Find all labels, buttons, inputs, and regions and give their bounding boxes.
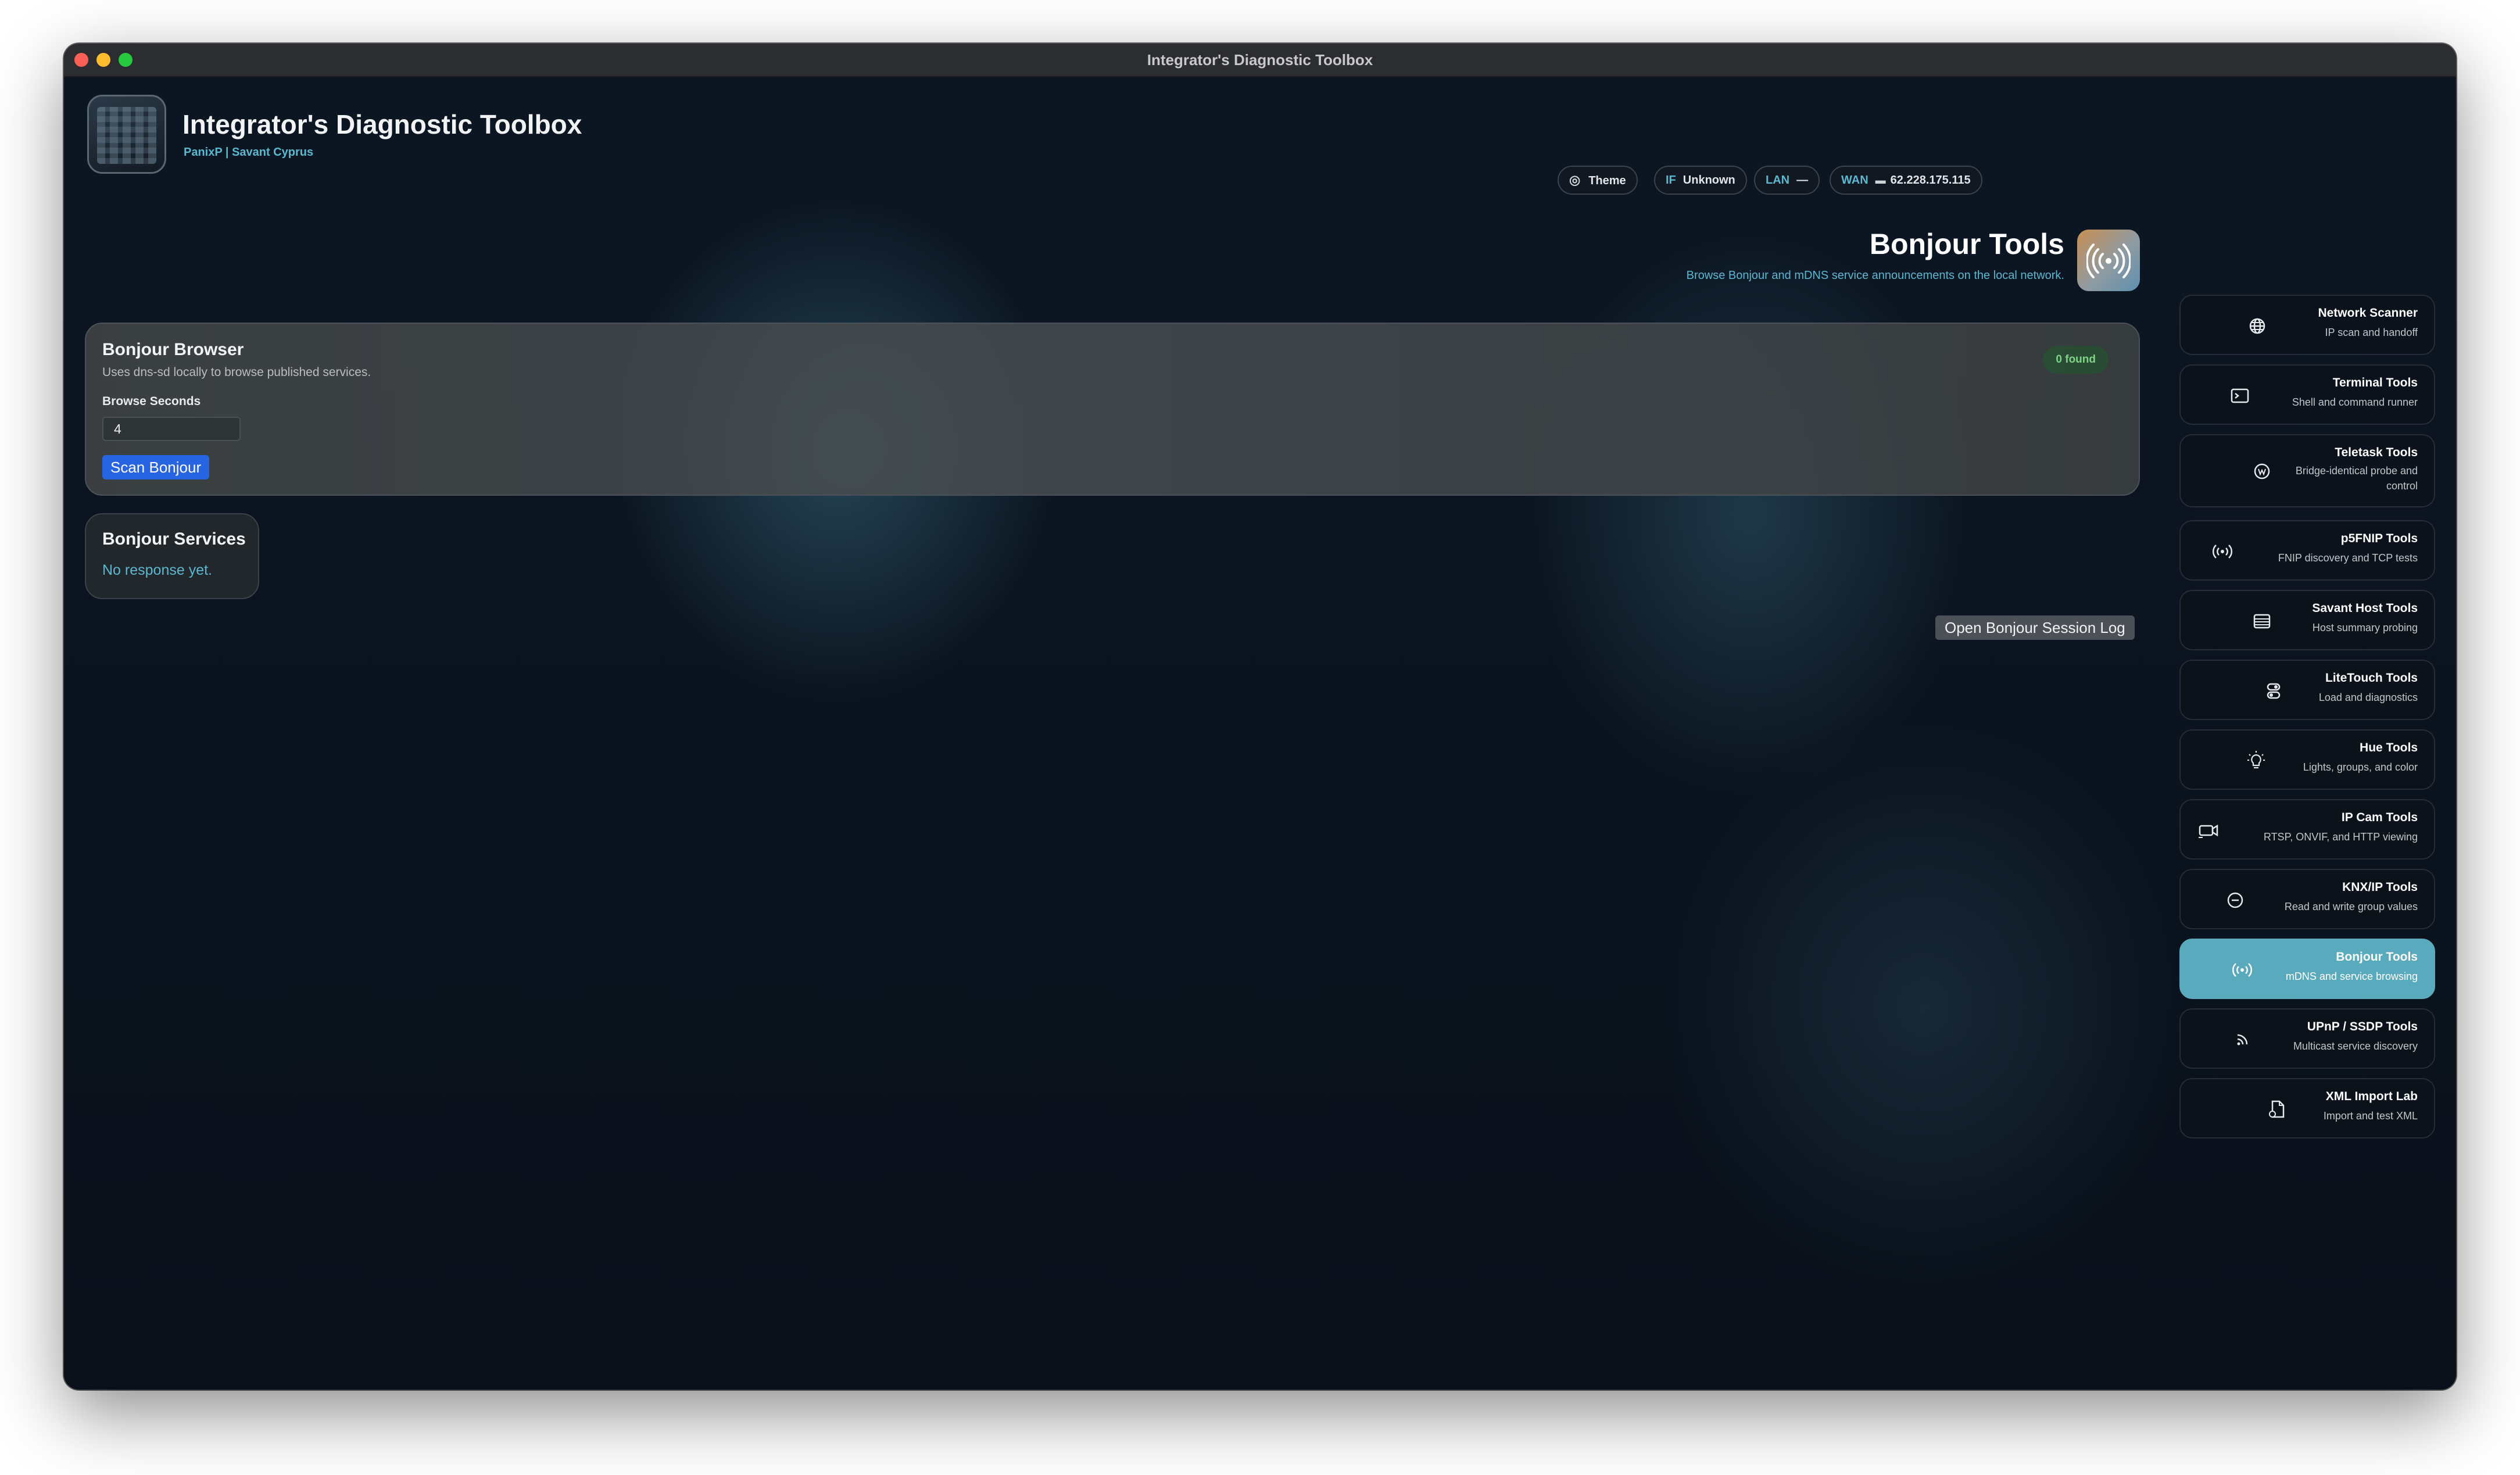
nav-desc: IP scan and handoff (2325, 327, 2418, 338)
sidebar-item-hue-tools[interactable]: Hue Tools Lights, groups, and color (2179, 729, 2435, 790)
nav-desc: Lights, groups, and color (2303, 761, 2418, 773)
lan-label: LAN (1766, 174, 1790, 187)
switches-icon (2262, 679, 2285, 703)
main-content: Integrator's Diagnostic Toolbox PanixP |… (64, 77, 2456, 1390)
sidebar-item-knx-ip-tools[interactable]: KNX/IP Tools Read and write group values (2179, 869, 2435, 929)
wan-status[interactable]: WAN ▬ 62.228.175.115 (1830, 166, 1982, 195)
app-logo (87, 95, 166, 174)
nav-title: Savant Host Tools (2312, 602, 2418, 615)
terminal-icon (2228, 384, 2251, 407)
nav-desc: Import and test XML (2323, 1110, 2418, 1122)
app-window: Integrator's Diagnostic Toolbox Integrat… (64, 44, 2456, 1390)
nav-title: KNX/IP Tools (2342, 880, 2418, 894)
sidebar-item-savant-host-tools[interactable]: Savant Host Tools Host summary probing (2179, 590, 2435, 650)
browse-seconds-label: Browse Seconds (102, 395, 201, 408)
wan-value: 62.228.175.115 (1890, 174, 1971, 187)
if-value: Unknown (1683, 174, 1735, 187)
bonjour-browser-card: Bonjour Browser Uses dns-sd locally to b… (85, 323, 2140, 496)
camera-icon (2197, 819, 2220, 842)
broadcast-icon (2231, 958, 2254, 982)
page-subtitle: Browse Bonjour and mDNS service announce… (1686, 269, 2064, 282)
palette-icon: ◎ (1569, 173, 1581, 187)
sidebar-item-ip-cam-tools[interactable]: IP Cam Tools RTSP, ONVIF, and HTTP viewi… (2179, 799, 2435, 860)
document-icon (2265, 1098, 2289, 1121)
bonjour-services-card: Bonjour Services No response yet. (85, 513, 259, 599)
lightbulb-icon (2245, 749, 2268, 772)
wifi-icon (2231, 1028, 2254, 1051)
theme-button[interactable]: ◎ Theme (1558, 166, 1638, 195)
card-title: Bonjour Browser (102, 340, 244, 359)
title-bar[interactable]: Integrator's Diagnostic Toolbox (64, 44, 2456, 77)
nav-title: Terminal Tools (2332, 376, 2418, 389)
antenna-icon (2211, 540, 2234, 563)
services-title: Bonjour Services (102, 529, 246, 549)
nav-title: Teletask Tools (2335, 446, 2418, 459)
globe-icon (2246, 314, 2269, 338)
page-title: Bonjour Tools (1869, 228, 2064, 260)
nav-title: Network Scanner (2318, 306, 2418, 320)
nav-desc: RTSP, ONVIF, and HTTP viewing (2263, 831, 2418, 843)
nav-desc: Bridge-identical probe and control (2295, 465, 2418, 492)
nav-title: p5FNIP Tools (2340, 532, 2418, 545)
sidebar-item-litetouch-tools[interactable]: LiteTouch Tools Load and diagnostics (2179, 660, 2435, 720)
nav-title: IP Cam Tools (2341, 811, 2418, 824)
nav-desc: Host summary probing (2312, 622, 2418, 633)
card-note: Uses dns-sd locally to browse published … (102, 366, 371, 379)
nav-title: UPnP / SSDP Tools (2307, 1020, 2418, 1033)
app-subtitle: PanixP | Savant Cyprus (184, 146, 314, 159)
if-label: IF (1666, 174, 1676, 187)
found-count-badge: 0 found (2043, 346, 2109, 374)
lan-value: — (1796, 174, 1809, 187)
server-icon (2250, 610, 2274, 633)
nav-desc: Shell and command runner (2292, 396, 2418, 408)
lan-status[interactable]: LAN — (1754, 166, 1820, 195)
open-session-log-button[interactable]: Open Bonjour Session Log (1935, 615, 2135, 640)
sidebar-item-upnp-ssdp-tools[interactable]: UPnP / SSDP Tools Multicast service disc… (2179, 1008, 2435, 1069)
nav-title: Bonjour Tools (2336, 950, 2418, 964)
browse-seconds-input[interactable]: 4 (102, 417, 241, 441)
nav-desc: Load and diagnostics (2318, 692, 2418, 703)
wan-label: WAN (1841, 174, 1868, 187)
sidebar-item-p5fnip-tools[interactable]: p5FNIP Tools FNIP discovery and TCP test… (2179, 520, 2435, 581)
nav-desc: mDNS and service browsing (2285, 971, 2418, 982)
knx-icon (2224, 889, 2247, 912)
scan-bonjour-button[interactable]: Scan Bonjour (102, 455, 210, 479)
interface-status[interactable]: IF Unknown (1654, 166, 1747, 195)
sidebar-item-bonjour-tools[interactable]: Bonjour Tools mDNS and service browsing (2179, 939, 2435, 999)
flag-icon: ▬ (1875, 174, 1886, 186)
app-title: Integrator's Diagnostic Toolbox (182, 109, 582, 139)
nav-title: LiteTouch Tools (2325, 671, 2418, 685)
teletask-icon (2250, 460, 2274, 483)
nav-title: XML Import Lab (2325, 1090, 2418, 1103)
nav-desc: FNIP discovery and TCP tests (2278, 552, 2418, 564)
sidebar-item-xml-import-lab[interactable]: XML Import Lab Import and test XML (2179, 1078, 2435, 1139)
broadcast-icon (2077, 230, 2140, 291)
sidebar-item-terminal-tools[interactable]: Terminal Tools Shell and command runner (2179, 364, 2435, 425)
nav-desc: Read and write group values (2284, 901, 2418, 912)
nav-desc: Multicast service discovery (2293, 1040, 2418, 1052)
window-title: Integrator's Diagnostic Toolbox (1147, 51, 1373, 69)
theme-label: Theme (1588, 174, 1626, 187)
sidebar-item-network-scanner[interactable]: Network Scanner IP scan and handoff (2179, 295, 2435, 355)
nav-title: Hue Tools (2360, 741, 2418, 754)
sidebar-item-teletask-tools[interactable]: Teletask Tools Bridge-identical probe an… (2179, 434, 2435, 507)
services-status: No response yet. (102, 562, 212, 578)
